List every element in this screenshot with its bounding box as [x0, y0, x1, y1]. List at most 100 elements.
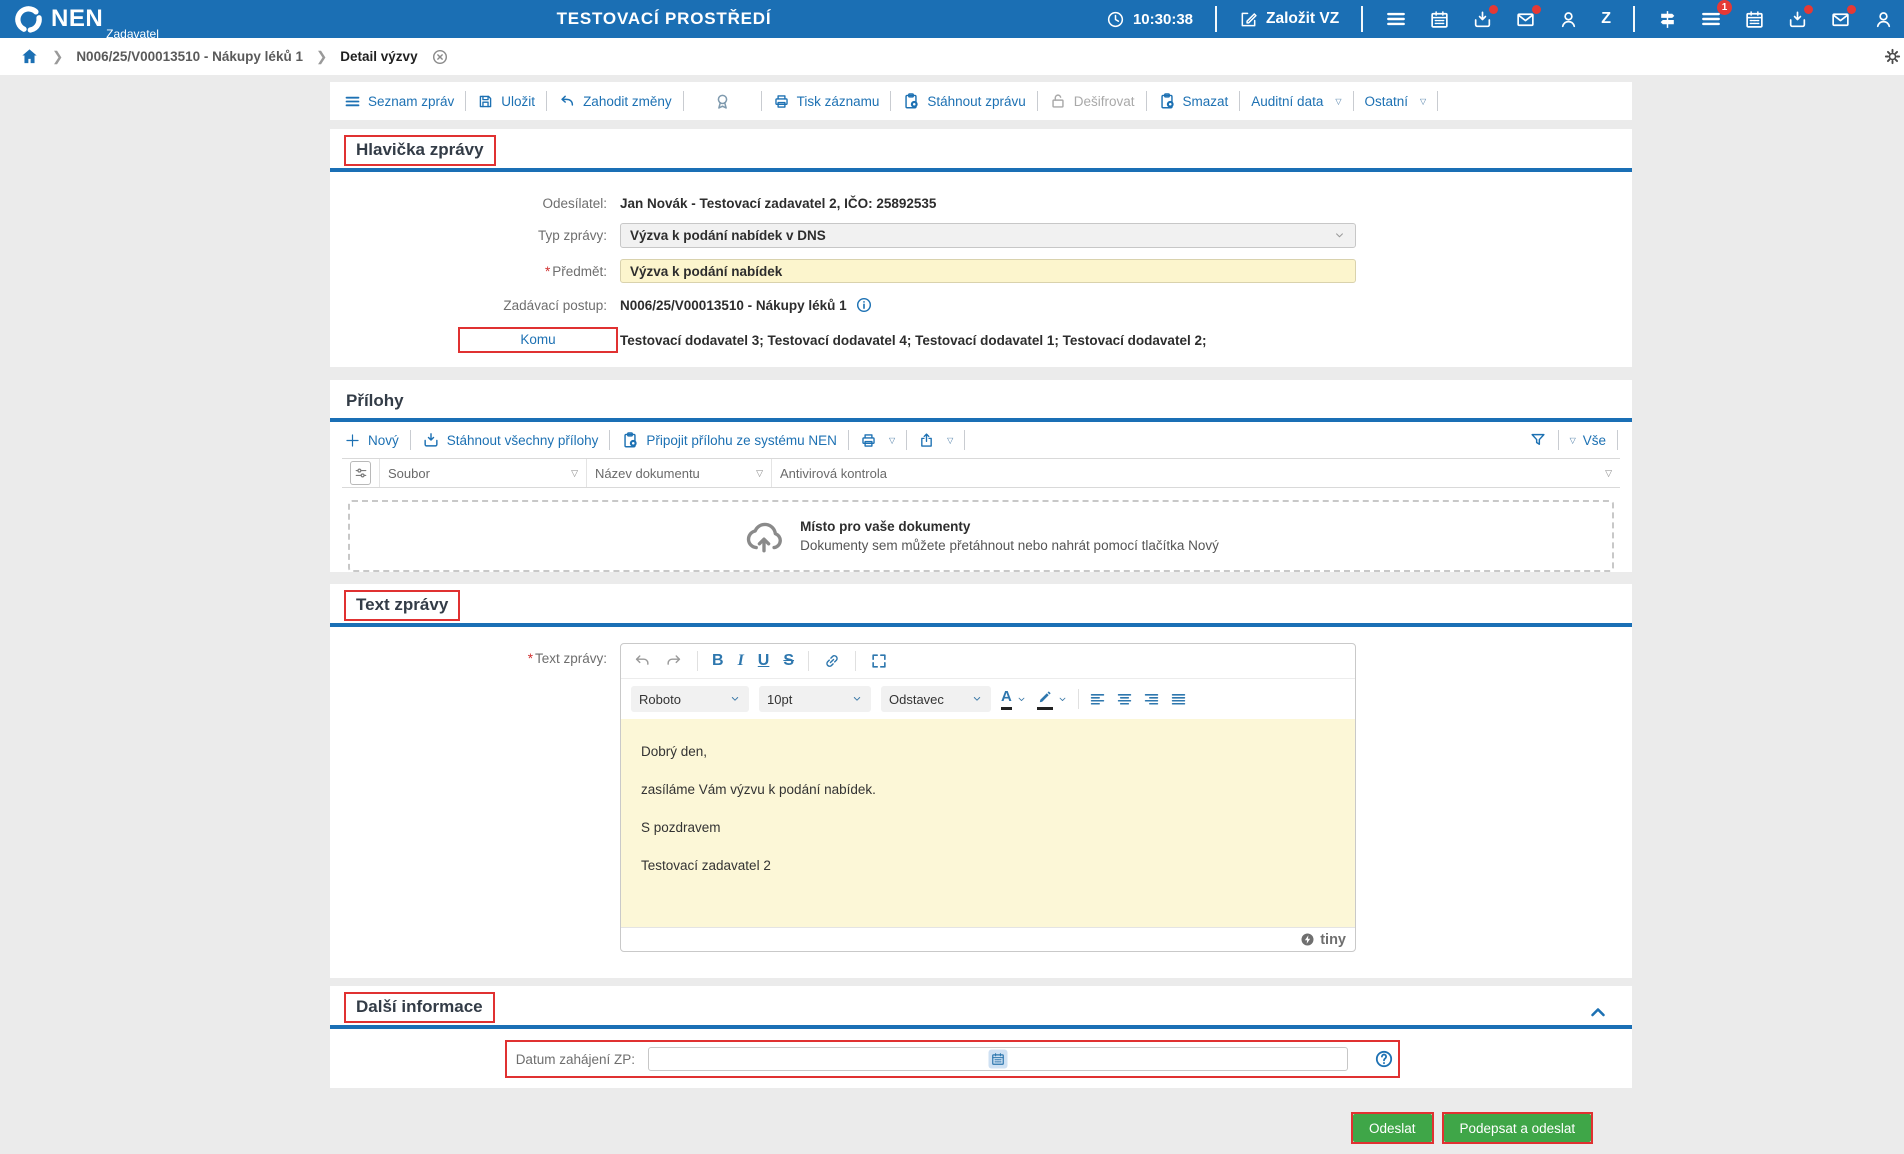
sort-icon[interactable]: ▽	[1605, 468, 1612, 479]
editor-paragraph: Testovací zadavatel 2	[641, 859, 1335, 873]
undo-button[interactable]	[633, 652, 651, 670]
editor-content-area[interactable]: Dobrý den, zasíláme Vám výzvu k podání n…	[621, 719, 1355, 927]
show-all-button[interactable]: ▽Vše	[1570, 433, 1606, 448]
underline-button[interactable]: U	[758, 653, 770, 669]
other-menu[interactable]: Ostatní▽	[1365, 94, 1427, 109]
bold-button[interactable]: B	[712, 653, 724, 669]
align-left-button[interactable]	[1089, 691, 1106, 708]
download-all-label: Stáhnout všechny přílohy	[447, 433, 599, 448]
export-menu-button[interactable]: ▽	[918, 432, 953, 449]
collapse-section-button[interactable]	[1588, 1002, 1608, 1022]
inbox-button[interactable]	[1472, 9, 1493, 30]
message-list-button[interactable]: Seznam zpráv	[344, 93, 454, 110]
strikethrough-button[interactable]: S	[783, 653, 794, 669]
notification-dot	[1532, 5, 1541, 14]
delete-button[interactable]: Smazat	[1158, 92, 1229, 110]
attachments-dropzone[interactable]: Místo pro vaše dokumenty Dokumenty sem m…	[348, 500, 1614, 572]
column-header-antivir[interactable]: Antivirová kontrola▽	[772, 459, 1620, 487]
messages-button-2[interactable]	[1830, 9, 1851, 30]
tiny-brand-label[interactable]: tiny	[1320, 932, 1346, 948]
recipients-button[interactable]: Komu	[458, 327, 618, 353]
font-size-select[interactable]: 10pt	[759, 686, 871, 712]
seal-button[interactable]	[713, 92, 732, 111]
breadcrumb-procedure[interactable]: N006/25/V00013510 - Nákupy léků 1	[76, 49, 303, 64]
messages-button[interactable]	[1515, 9, 1536, 30]
signpost-button[interactable]	[1657, 9, 1678, 30]
inbox-button-2[interactable]	[1787, 9, 1808, 30]
sign-and-send-button[interactable]: Podepsat a odeslat	[1444, 1114, 1592, 1142]
server-time: 10:30:38	[1106, 10, 1193, 29]
menu-button[interactable]	[1385, 8, 1407, 30]
help-button[interactable]	[1374, 1049, 1394, 1069]
tasks-button[interactable]: 1	[1700, 8, 1722, 30]
link-icon	[823, 652, 841, 670]
toolbar-divider	[890, 91, 891, 111]
save-button[interactable]: Uložit	[477, 93, 535, 110]
calendar-icon	[991, 1052, 1006, 1067]
subject-label: *Předmět:	[330, 264, 620, 279]
sort-icon[interactable]: ▽	[571, 468, 578, 479]
redo-button[interactable]	[665, 652, 683, 670]
sender-label: Odesílatel:	[330, 196, 620, 211]
settings-corner-button[interactable]	[1883, 47, 1902, 66]
calendar-button[interactable]	[1429, 9, 1450, 30]
subject-input[interactable]: Výzva k podání nabídek	[620, 259, 1356, 283]
column-header-nazev[interactable]: Název dokumentu▽	[587, 459, 772, 487]
toolbar-divider	[1558, 430, 1559, 450]
signpost-icon	[1657, 9, 1678, 30]
font-family-select[interactable]: Roboto	[631, 686, 749, 712]
info-icon[interactable]	[855, 296, 873, 314]
block-format-select[interactable]: Odstavec	[881, 686, 991, 712]
message-type-select[interactable]: Výzva k podání nabídek v DNS	[620, 223, 1356, 248]
send-button[interactable]: Odeslat	[1353, 1114, 1432, 1142]
z-shortcut-button[interactable]: Z	[1601, 10, 1611, 28]
undo-icon	[633, 652, 651, 670]
italic-button[interactable]: I	[738, 653, 744, 669]
profile-button[interactable]	[1558, 9, 1579, 30]
download-all-attachments-button[interactable]: Stáhnout všechny přílohy	[422, 431, 599, 449]
nen-logo[interactable]: NEN Zadavatel	[13, 4, 159, 35]
profile-button-2[interactable]	[1873, 9, 1894, 30]
editor-paragraph: Dobrý den,	[641, 745, 1335, 759]
date-picker-button[interactable]	[989, 1050, 1008, 1069]
lock-open-icon	[1049, 92, 1067, 110]
chevron-down-icon	[1333, 229, 1346, 242]
start-date-input[interactable]	[648, 1047, 1348, 1071]
editor-toolbar-top: B I U S	[621, 644, 1355, 679]
download-message-button[interactable]: Stáhnout zprávu	[902, 92, 1025, 110]
column-settings-button[interactable]	[350, 461, 371, 485]
new-attachment-button[interactable]: Nový	[344, 432, 399, 449]
attach-from-nen-label: Připojit přílohu ze systému NEN	[646, 433, 837, 448]
link-button[interactable]	[823, 652, 841, 670]
undo-arrow-icon	[558, 92, 576, 110]
sort-icon[interactable]: ▽	[756, 468, 763, 479]
close-icon	[431, 48, 449, 66]
editor-paragraph: S pozdravem	[641, 821, 1335, 835]
text-color-button[interactable]: A	[1001, 689, 1027, 710]
column-header-soubor[interactable]: Soubor▽	[380, 459, 587, 487]
print-record-button[interactable]: Tisk záznamu	[773, 93, 880, 110]
highlight-color-button[interactable]	[1037, 689, 1068, 710]
align-center-button[interactable]	[1116, 691, 1133, 708]
toolbar-divider	[1037, 91, 1038, 111]
justify-button[interactable]	[1170, 691, 1187, 708]
align-right-button[interactable]	[1143, 691, 1160, 708]
clipboard-attach-icon	[621, 431, 639, 449]
discard-changes-button[interactable]: Zahodit změny	[558, 92, 672, 110]
print-menu-button[interactable]: ▽	[860, 432, 895, 449]
filter-button[interactable]	[1529, 431, 1547, 449]
create-vz-button[interactable]: Založit VZ	[1239, 10, 1339, 29]
procedure-label: Zadávací postup:	[330, 298, 620, 313]
chevron-down-icon	[1016, 694, 1027, 705]
z-letter: Z	[1601, 10, 1611, 28]
attach-from-nen-button[interactable]: Připojit přílohu ze systému NEN	[621, 431, 837, 449]
calendar-button-2[interactable]	[1744, 9, 1765, 30]
question-icon	[1374, 1049, 1394, 1069]
fullscreen-button[interactable]	[870, 652, 888, 670]
sender-row: Odesílatel: Jan Novák - Testovací zadava…	[330, 196, 1632, 211]
save-label: Uložit	[501, 94, 535, 109]
close-tab-button[interactable]	[431, 48, 449, 66]
toolbar-divider	[964, 430, 965, 450]
audit-data-menu[interactable]: Auditní data▽	[1251, 94, 1341, 109]
home-button[interactable]	[20, 47, 39, 66]
